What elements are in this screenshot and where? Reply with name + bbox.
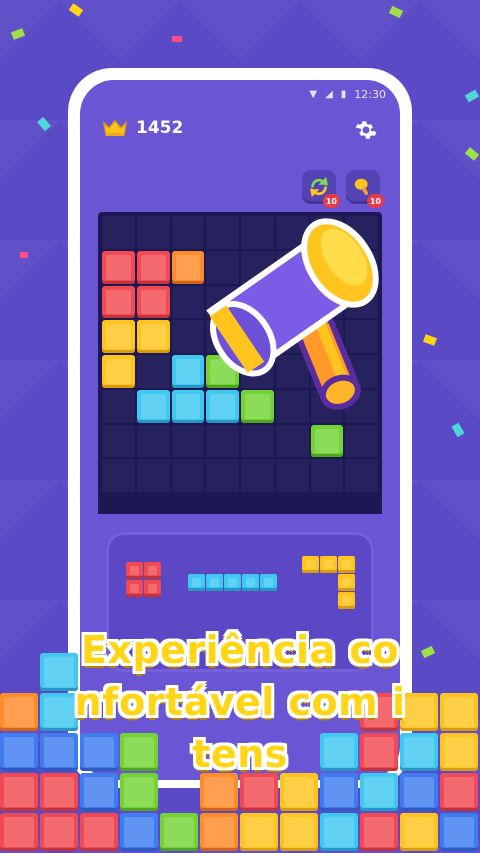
stack-block — [120, 813, 158, 851]
stack-block — [80, 813, 118, 851]
board-block — [136, 389, 170, 423]
stack-block — [200, 773, 238, 811]
stack-block — [360, 813, 398, 851]
stack-block — [0, 813, 38, 851]
board-cell — [102, 424, 135, 458]
stack-block — [400, 813, 438, 851]
board-cell — [206, 459, 239, 492]
stack-block — [40, 773, 78, 811]
hammer-count-badge: 10 — [366, 194, 384, 208]
board-cell — [275, 459, 309, 492]
stack-block — [40, 653, 78, 691]
piece-tray — [106, 532, 374, 672]
stack-block — [240, 813, 278, 851]
stack-block — [440, 813, 478, 851]
board-cell — [102, 389, 135, 423]
stack-block — [160, 813, 198, 851]
confetti — [20, 252, 28, 258]
stack-block — [320, 773, 358, 811]
stack-block — [400, 773, 438, 811]
stack-block — [400, 693, 438, 731]
stack-block — [0, 733, 38, 771]
stack-block — [320, 733, 358, 771]
stack-block — [200, 813, 238, 851]
board-cell — [310, 459, 344, 492]
stack-block — [320, 813, 358, 851]
board-cell — [136, 216, 170, 249]
confetti — [172, 36, 182, 42]
score-display: 1452 — [102, 118, 183, 138]
stack-block — [400, 733, 438, 771]
signal-icon: ◢ — [325, 88, 333, 100]
hammer-powerup-button[interactable]: 10 — [346, 170, 384, 208]
stack-block — [280, 773, 318, 811]
board-block — [136, 250, 170, 284]
board-block — [136, 285, 170, 319]
status-time: 12:30 — [354, 87, 386, 101]
settings-gear-icon[interactable] — [354, 118, 378, 142]
wifi-icon: ▼ — [309, 88, 318, 100]
board-cell — [345, 459, 378, 492]
status-bar: ▼ ◢ ▮ 12:30 — [309, 84, 386, 104]
board-cell — [136, 355, 170, 388]
score-value: 1452 — [136, 118, 184, 138]
stack-block — [280, 813, 318, 851]
stack-block — [40, 733, 78, 771]
refresh-count-badge: 10 — [322, 194, 340, 208]
stack-block — [360, 773, 398, 811]
stack-block — [0, 693, 38, 731]
stack-block — [120, 773, 158, 811]
refresh-powerup-button[interactable]: 10 — [302, 170, 340, 208]
board-block — [102, 285, 135, 319]
board-cell — [102, 216, 135, 249]
stack-block — [0, 773, 38, 811]
piece-yellow-corner[interactable] — [302, 556, 355, 609]
stack-block — [120, 733, 158, 771]
board-cell — [136, 459, 170, 492]
board-cell — [136, 424, 170, 458]
stack-block — [80, 773, 118, 811]
crown-icon — [102, 118, 128, 138]
hammer-illustration — [206, 218, 379, 410]
board-cell — [102, 459, 135, 492]
stack-block — [440, 733, 478, 771]
piece-red-square[interactable] — [126, 562, 161, 597]
board-block — [102, 355, 135, 388]
stack-block — [240, 773, 278, 811]
board-cell — [241, 459, 274, 492]
decorative-block-stack — [0, 652, 480, 853]
stack-block — [360, 693, 398, 731]
stack-block — [80, 733, 118, 771]
stack-block — [440, 773, 478, 811]
board-cell — [171, 459, 205, 492]
stack-block — [40, 693, 78, 731]
powerups-bar: 10 10 — [302, 170, 384, 208]
battery-icon: ▮ — [340, 88, 347, 100]
board-footer — [98, 492, 382, 514]
stack-block — [440, 693, 478, 731]
board-block — [102, 320, 135, 353]
piece-cyan-line[interactable] — [188, 574, 277, 591]
stack-block — [40, 813, 78, 851]
stack-block — [360, 733, 398, 771]
board-block — [102, 250, 135, 284]
board-block — [136, 320, 170, 353]
